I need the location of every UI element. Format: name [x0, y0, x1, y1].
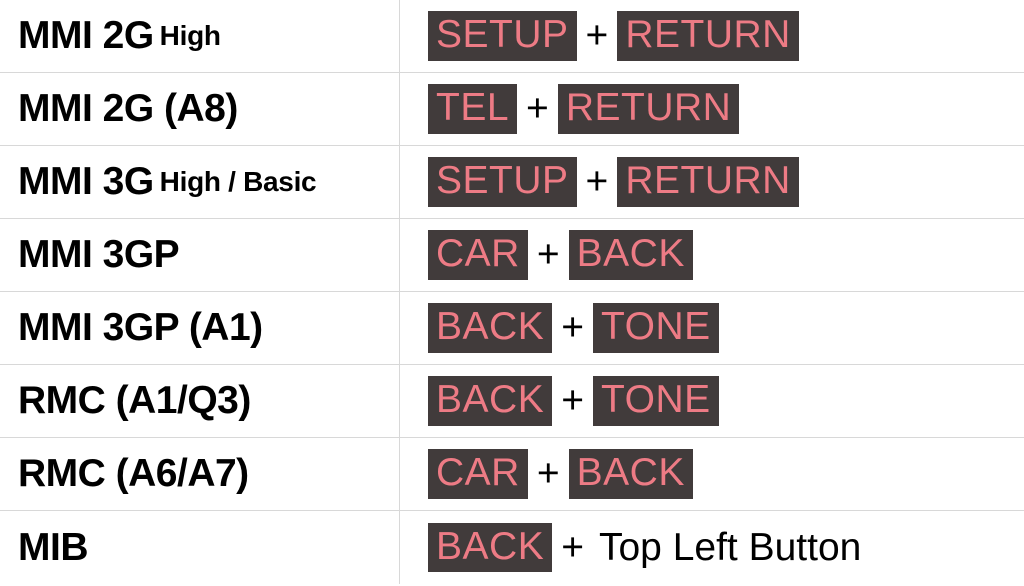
plus-icon: + [577, 160, 618, 204]
key-label: BACK [428, 523, 552, 573]
system-cell: MMI 3G High / Basic [0, 146, 400, 218]
key-label: BACK [428, 376, 552, 426]
system-sub: High / Basic [160, 166, 317, 198]
plus-icon: + [528, 233, 569, 277]
system-cell: MMI 2G (A8) [0, 73, 400, 145]
system-cell: MMI 3GP (A1) [0, 292, 400, 364]
table-row: MMI 2G High SETUP + RETURN [0, 0, 1024, 73]
system-name: MIB [18, 526, 88, 570]
combo-cell: SETUP + RETURN [400, 0, 1024, 72]
system-cell: RMC (A1/Q3) [0, 365, 400, 437]
system-name: MMI 3G [18, 160, 154, 204]
table-row: MIB BACK + Top Left Button [0, 511, 1024, 584]
combo-cell: TEL + RETURN [400, 73, 1024, 145]
plus-icon: + [528, 452, 569, 496]
plus-icon: + [577, 14, 618, 58]
table-row: MMI 2G (A8) TEL + RETURN [0, 73, 1024, 146]
plus-icon: + [517, 87, 558, 131]
system-cell: MIB [0, 511, 400, 584]
combo-cell: BACK + TONE [400, 292, 1024, 364]
key-label: RETURN [558, 84, 740, 134]
table-row: RMC (A1/Q3) BACK + TONE [0, 365, 1024, 438]
key-label: SETUP [428, 157, 577, 207]
system-name: MMI 2G (A8) [18, 87, 238, 131]
key-label: CAR [428, 449, 528, 499]
system-name: MMI 3GP (A1) [18, 306, 263, 350]
system-cell: MMI 3GP [0, 219, 400, 291]
table-row: RMC (A6/A7) CAR + BACK [0, 438, 1024, 511]
key-label: TONE [593, 376, 719, 426]
combo-cell: CAR + BACK [400, 438, 1024, 510]
key-label: BACK [428, 303, 552, 353]
key-label: TEL [428, 84, 517, 134]
key-label: BACK [569, 449, 693, 499]
combo-cell: CAR + BACK [400, 219, 1024, 291]
key-label: CAR [428, 230, 528, 280]
plus-icon: + [552, 306, 593, 350]
combo-cell: SETUP + RETURN [400, 146, 1024, 218]
system-name: MMI 3GP [18, 233, 179, 277]
system-name: RMC (A1/Q3) [18, 379, 251, 423]
combo-cell: BACK + Top Left Button [400, 511, 1024, 584]
plus-icon: + [552, 526, 593, 570]
key-label: TONE [593, 303, 719, 353]
system-name: MMI 2G [18, 14, 154, 58]
key-label: RETURN [617, 157, 799, 207]
key-label: RETURN [617, 11, 799, 61]
combo-cell: BACK + TONE [400, 365, 1024, 437]
system-cell: MMI 2G High [0, 0, 400, 72]
table-row: MMI 3G High / Basic SETUP + RETURN [0, 146, 1024, 219]
system-name: RMC (A6/A7) [18, 452, 249, 496]
mmi-table: MMI 2G High SETUP + RETURN MMI 2G (A8) T… [0, 0, 1024, 584]
plain-label: Top Left Button [593, 526, 861, 570]
table-row: MMI 3GP (A1) BACK + TONE [0, 292, 1024, 365]
system-sub: High [160, 20, 221, 52]
plus-icon: + [552, 379, 593, 423]
key-label: SETUP [428, 11, 577, 61]
key-label: BACK [569, 230, 693, 280]
system-cell: RMC (A6/A7) [0, 438, 400, 510]
table-row: MMI 3GP CAR + BACK [0, 219, 1024, 292]
